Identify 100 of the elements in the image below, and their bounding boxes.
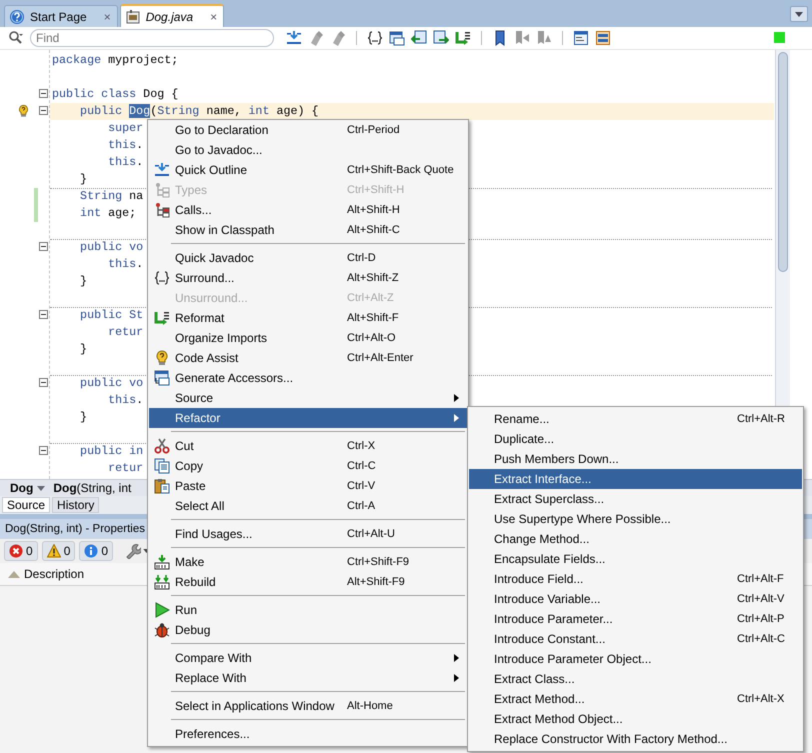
menu-item[interactable]: Cut Ctrl-X xyxy=(149,436,467,456)
menu-item[interactable]: Encapsulate Fields... xyxy=(469,549,802,569)
breadcrumb-item[interactable]: Dog xyxy=(10,481,34,495)
tab-list-button[interactable] xyxy=(790,6,808,22)
braces-icon[interactable] xyxy=(367,30,383,46)
menu-item[interactable]: Select All Ctrl-A xyxy=(149,496,467,516)
caret-icon[interactable] xyxy=(37,486,46,490)
menu-item[interactable]: Compare With xyxy=(149,648,467,668)
filter-button[interactable]: 0 xyxy=(42,541,76,561)
breadcrumb-item[interactable]: Dog(String, int xyxy=(53,481,132,495)
shortcut-text: Ctrl-Period xyxy=(347,124,401,136)
menu-item[interactable]: Duplicate... xyxy=(469,429,802,449)
menu-item[interactable]: Surround... Alt+Shift-Z xyxy=(149,268,467,288)
menu-item[interactable]: Paste Ctrl-V xyxy=(149,476,467,496)
scissors-icon xyxy=(154,438,170,454)
menu-item[interactable]: Source xyxy=(149,388,467,408)
code-line: public in xyxy=(79,444,144,458)
shortcut-text: Alt+Shift-H xyxy=(347,204,401,216)
search-icon[interactable] xyxy=(8,30,24,46)
collapse-icon[interactable] xyxy=(39,242,48,251)
menu-item[interactable]: Go to Declaration Ctrl-Period xyxy=(149,120,467,140)
menu-item[interactable]: Calls... Alt+Shift-H xyxy=(149,200,467,220)
panel-icon[interactable] xyxy=(573,30,589,46)
shortcut-text: Ctrl+Alt-O xyxy=(347,332,397,344)
menu-item[interactable]: Generate Accessors... xyxy=(149,368,467,388)
menu-item[interactable]: Show in Classpath Alt+Shift-C xyxy=(149,220,467,240)
previous-bookmark-icon[interactable] xyxy=(514,30,530,46)
menu-item[interactable]: Quick Outline Ctrl+Shift-Back Quote xyxy=(149,160,467,180)
filter-button[interactable]: 0 xyxy=(79,541,114,561)
back-arrow-icon[interactable] xyxy=(411,30,427,46)
collapse-icon[interactable] xyxy=(39,106,48,115)
menu-item[interactable]: Extract Method Object... xyxy=(469,709,802,729)
shortcut-text: Ctrl-C xyxy=(347,460,377,472)
menu-item[interactable]: Introduce Variable... Ctrl+Alt-V xyxy=(469,589,802,609)
collapse-icon[interactable] xyxy=(39,89,48,98)
rebuild-icon xyxy=(154,574,170,590)
close-button[interactable]: × xyxy=(210,10,218,24)
menu-item[interactable]: Rebuild Alt+Shift-F9 xyxy=(149,572,467,592)
reformat-icon xyxy=(154,310,170,326)
menu-item[interactable]: Select in Applications Window Alt-Home xyxy=(149,696,467,716)
menu-item[interactable]: Introduce Constant... Ctrl+Alt-C xyxy=(469,629,802,649)
menu-item[interactable]: Organize Imports Ctrl+Alt-O xyxy=(149,328,467,348)
editor-tab[interactable]: History xyxy=(52,497,100,513)
menu-item[interactable]: Copy Ctrl-C xyxy=(149,456,467,476)
call-tree-icon xyxy=(154,202,170,218)
menu-item[interactable]: Replace Constructor With Factory Method... xyxy=(469,729,802,749)
code-line: String na xyxy=(79,189,144,203)
menu-item[interactable]: Rename... Ctrl+Alt-R xyxy=(469,409,802,429)
document-tab[interactable]: Dog.java × xyxy=(120,4,224,27)
shortcut-text: Alt+Shift-F9 xyxy=(347,576,406,588)
menu-item[interactable]: Run xyxy=(149,600,467,620)
menu-item[interactable]: Introduce Field... Ctrl+Alt-F xyxy=(469,569,802,589)
code-line: retur xyxy=(107,325,144,339)
lightbulb-icon[interactable] xyxy=(17,103,30,119)
editor-tab[interactable]: Source xyxy=(2,497,50,513)
menu-item[interactable]: Introduce Parameter Object... xyxy=(469,649,802,669)
next-bookmark-icon[interactable] xyxy=(536,30,552,46)
shortcut-text: Alt+Shift-C xyxy=(347,224,401,236)
column-header[interactable]: Description xyxy=(24,567,84,581)
help-icon xyxy=(9,8,25,24)
menu-item[interactable]: Push Members Down... xyxy=(469,449,802,469)
menu-item[interactable]: Preferences... xyxy=(149,724,467,744)
document-tab[interactable]: Start Page × xyxy=(4,5,118,27)
menu-item[interactable]: Reformat Alt+Shift-F xyxy=(149,308,467,328)
paste-icon xyxy=(154,478,170,494)
menu-item[interactable]: Extract Method... Ctrl+Alt-X xyxy=(469,689,802,709)
close-button[interactable]: × xyxy=(104,10,111,24)
play-icon xyxy=(154,602,170,618)
shortcut-text: Alt-Home xyxy=(347,700,394,712)
filter-button[interactable]: 0 xyxy=(4,541,38,561)
collapse-icon[interactable] xyxy=(39,378,48,387)
wrench-icon[interactable] xyxy=(125,543,142,559)
shortcut-text: Ctrl+Alt-V xyxy=(737,593,786,605)
code-line: public vo xyxy=(79,376,144,390)
window-icon[interactable] xyxy=(389,30,405,46)
menu-item[interactable]: Quick Javadoc Ctrl-D xyxy=(149,248,467,268)
collapse-icon[interactable] xyxy=(39,446,48,455)
menu-item[interactable]: Go to Javadoc... xyxy=(149,140,467,160)
menu-item[interactable]: Code Assist Ctrl+Alt-Enter xyxy=(149,348,467,368)
collapse-icon[interactable] xyxy=(39,310,48,319)
menu-item[interactable]: Introduce Parameter... Ctrl+Alt-P xyxy=(469,609,802,629)
scrollbar-thumb[interactable] xyxy=(778,52,788,272)
code-line: this. xyxy=(107,393,144,407)
menu-item[interactable]: Make Ctrl+Shift-F9 xyxy=(149,552,467,572)
reformat-icon[interactable] xyxy=(455,30,471,46)
menu-item[interactable]: Refactor xyxy=(149,408,467,428)
shortcut-text: Ctrl+Alt-P xyxy=(737,613,786,625)
menu-item[interactable]: Extract Superclass... xyxy=(469,489,802,509)
caret-icon[interactable] xyxy=(795,12,803,16)
download-arrow-icon[interactable] xyxy=(286,30,302,46)
form-icon[interactable] xyxy=(595,30,611,46)
tree-icon xyxy=(154,182,170,198)
code-line: package myproject; xyxy=(52,53,178,67)
menu-item[interactable]: Extract Class... xyxy=(469,669,802,689)
code-line: public class Dog { xyxy=(52,87,178,101)
menu-item[interactable]: Extract Interface... xyxy=(469,469,802,489)
forward-arrow-icon[interactable] xyxy=(433,30,449,46)
menu-item[interactable]: Replace With xyxy=(149,668,467,688)
menu-item[interactable]: Debug xyxy=(149,620,467,640)
find-field[interactable]: Find xyxy=(30,29,274,47)
